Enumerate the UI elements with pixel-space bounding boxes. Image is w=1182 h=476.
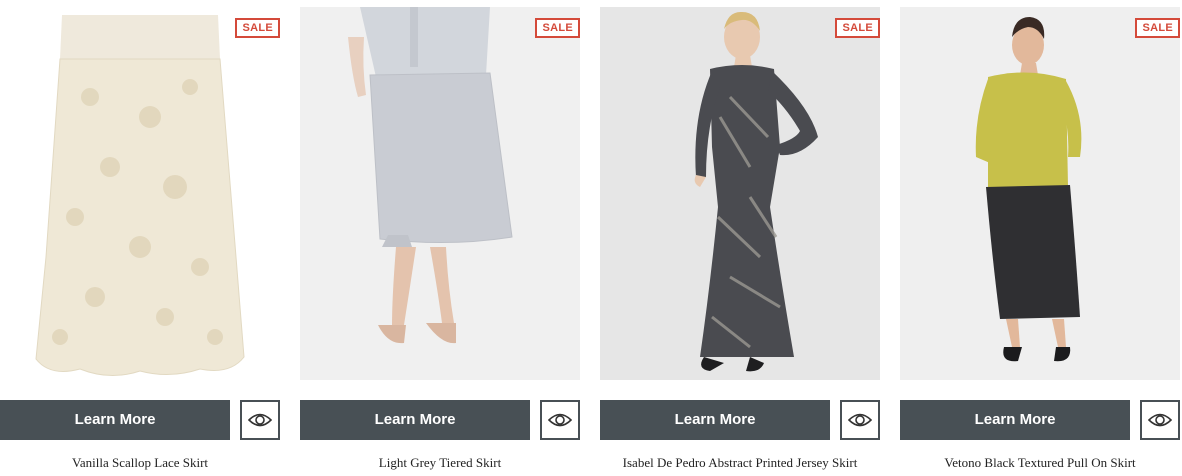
eye-icon (848, 413, 872, 427)
eye-icon (248, 413, 272, 427)
sale-badge: SALE (1135, 18, 1180, 38)
product-card: SALE Learn More Vetono Black Textured Pu… (900, 0, 1180, 476)
product-image[interactable]: SALE (900, 7, 1180, 380)
product-card: SALE Learn More Light Grey Tiered Skirt (300, 0, 580, 476)
sale-badge: SALE (235, 18, 280, 38)
sale-badge: SALE (835, 18, 880, 38)
learn-more-button[interactable]: Learn More (0, 400, 230, 440)
quick-view-button[interactable] (540, 400, 580, 440)
learn-more-button[interactable]: Learn More (600, 400, 830, 440)
eye-icon (1148, 413, 1172, 427)
product-image[interactable]: SALE (300, 7, 580, 380)
quick-view-button[interactable] (240, 400, 280, 440)
eye-icon (548, 413, 572, 427)
learn-more-button[interactable]: Learn More (300, 400, 530, 440)
product-name[interactable]: Vanilla Scallop Lace Skirt (0, 454, 280, 472)
product-grid: SALE Learn More Vanilla Scallop Lace Ski… (0, 0, 1182, 476)
quick-view-button[interactable] (1140, 400, 1180, 440)
product-image[interactable]: SALE (600, 7, 880, 380)
product-card: SALE Learn More Vanilla Scallop Lace Ski… (0, 0, 280, 476)
product-image[interactable]: SALE (0, 7, 280, 380)
product-name[interactable]: Light Grey Tiered Skirt (300, 454, 580, 472)
learn-more-button[interactable]: Learn More (900, 400, 1130, 440)
sale-badge: SALE (535, 18, 580, 38)
product-name[interactable]: Isabel De Pedro Abstract Printed Jersey … (600, 454, 880, 472)
product-card: SALE Learn More Isabel De Pedro Abstract… (600, 0, 880, 476)
product-name[interactable]: Vetono Black Textured Pull On Skirt (900, 454, 1180, 472)
quick-view-button[interactable] (840, 400, 880, 440)
